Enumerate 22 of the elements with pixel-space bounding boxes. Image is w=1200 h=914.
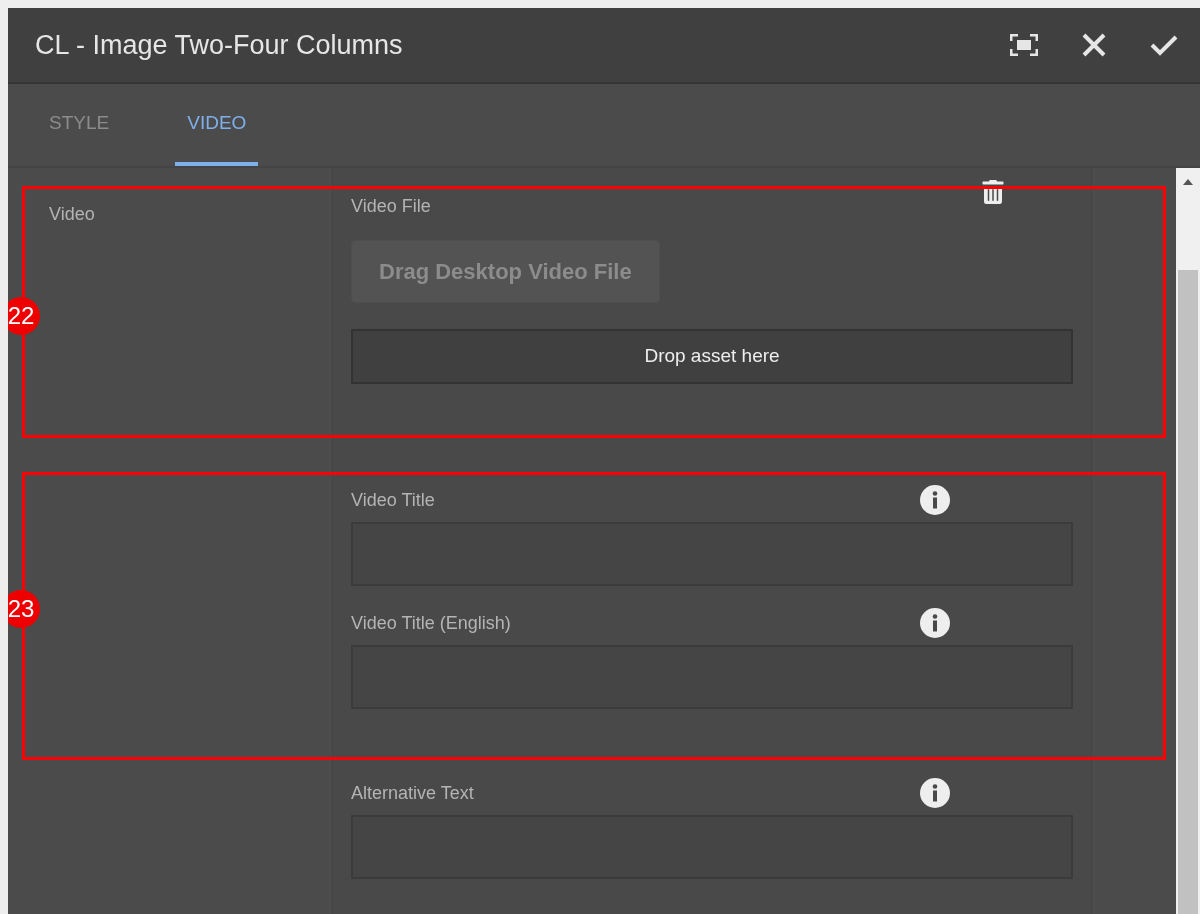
info-icon[interactable]	[919, 484, 951, 516]
field-label: Video Title (English)	[351, 611, 511, 635]
info-icon[interactable]	[919, 777, 951, 809]
tab[interactable]: VIDEO	[175, 84, 259, 166]
trash-icon	[981, 180, 1005, 204]
section-label: Video	[49, 204, 95, 224]
field-label: Alternative Text	[351, 781, 474, 805]
dialog-title: CL - Image Two-Four Columns	[35, 28, 404, 62]
tab[interactable]: STYLE	[31, 84, 128, 166]
field-label: Video File	[351, 195, 431, 218]
close-icon	[1082, 33, 1106, 57]
scrollbar-thumb[interactable]	[1178, 270, 1198, 914]
fullscreen-icon	[1010, 34, 1038, 56]
delete-button[interactable]	[981, 180, 1005, 204]
info-icon[interactable]	[919, 607, 951, 639]
scroll-up-icon	[1182, 178, 1194, 186]
scrollbar[interactable]	[1176, 168, 1200, 914]
field-label: Video Title	[351, 488, 435, 512]
annotation-number: 22	[8, 297, 40, 335]
check-icon	[1150, 34, 1178, 56]
annotation-number: 23	[8, 590, 40, 628]
upload-button: Drag Desktop Video File	[351, 240, 660, 303]
